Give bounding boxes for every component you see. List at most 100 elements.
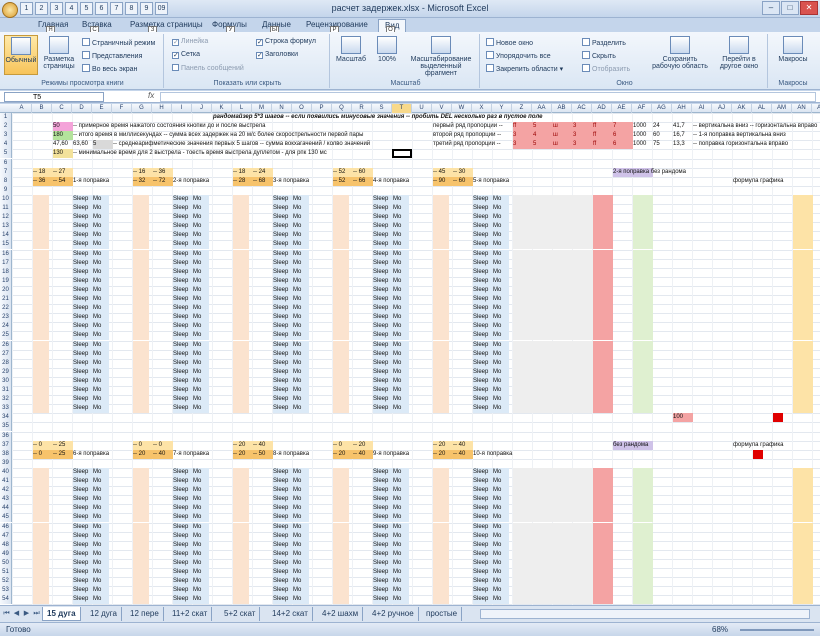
value-cell[interactable] <box>133 267 149 277</box>
value-cell-2[interactable] <box>33 467 49 477</box>
value-cell-2[interactable] <box>33 595 49 605</box>
row-header-23[interactable]: 23 <box>0 313 12 323</box>
sleep-cell-2[interactable]: Sleep <box>273 531 309 541</box>
mo-cell[interactable]: Mo <box>193 313 201 321</box>
value-cell-2[interactable] <box>433 467 449 477</box>
value-cell[interactable] <box>233 404 249 414</box>
calc-red[interactable] <box>593 213 613 223</box>
calc-red-2[interactable] <box>593 549 613 559</box>
page-break-view-button[interactable]: Страничный режим <box>82 38 155 47</box>
value-cell[interactable] <box>133 222 149 232</box>
sleep-cell-2[interactable]: Sleep <box>473 595 509 605</box>
calc-red[interactable] <box>593 231 613 241</box>
value-cell[interactable] <box>333 258 349 268</box>
sheet-tab-12-duga[interactable]: 12 дуга <box>86 607 122 621</box>
mo-cell[interactable]: Mo <box>293 386 301 394</box>
sleep-cell-2[interactable]: Sleep <box>173 522 209 532</box>
sleep-cell[interactable]: Sleep <box>473 404 509 414</box>
mo-cell[interactable]: Mo <box>193 404 201 412</box>
row-header-28[interactable]: 28 <box>0 358 12 368</box>
value-cell[interactable] <box>133 367 149 377</box>
mo-cell-2[interactable]: Mo <box>193 486 201 494</box>
row-header-53[interactable]: 53 <box>0 586 12 596</box>
header2-b[interactable]: -- 20 <box>233 449 253 459</box>
sleep-cell-2[interactable]: Sleep <box>73 568 109 578</box>
header2-a[interactable]: -- 20 <box>233 440 253 450</box>
sleep-cell-2[interactable]: Sleep <box>273 568 309 578</box>
mo-cell[interactable]: Mo <box>393 213 401 221</box>
mo-cell[interactable]: Mo <box>93 341 101 349</box>
zoom-button[interactable]: Масштаб <box>334 35 368 75</box>
value-cell[interactable] <box>433 240 449 250</box>
tier-label[interactable]: второй ряд пропорции -- <box>433 131 501 139</box>
sleep-cell[interactable]: Sleep <box>173 304 209 314</box>
mo-cell-2[interactable]: Mo <box>193 550 201 558</box>
sleep-cell[interactable]: Sleep <box>73 295 109 305</box>
sleep-cell-2[interactable]: Sleep <box>373 467 409 477</box>
value-cell[interactable] <box>133 386 149 396</box>
mo-cell-2[interactable]: Mo <box>193 541 201 549</box>
value-cell-2[interactable] <box>33 540 49 550</box>
cell-c2[interactable]: 50 <box>53 122 73 132</box>
value-cell[interactable] <box>333 358 349 368</box>
row-header-43[interactable]: 43 <box>0 495 12 505</box>
value-cell-2[interactable] <box>233 568 249 578</box>
header2-b[interactable]: -- 40 <box>353 449 373 459</box>
sleep-cell-2[interactable]: Sleep <box>73 540 109 550</box>
sleep-cell[interactable]: Sleep <box>73 240 109 250</box>
calc-red-2[interactable] <box>593 540 613 550</box>
value-cell[interactable] <box>333 295 349 305</box>
value-cell[interactable] <box>433 304 449 314</box>
calc-orange-2[interactable] <box>793 595 813 605</box>
mo-cell[interactable]: Mo <box>293 395 301 403</box>
sleep-cell[interactable]: Sleep <box>373 222 409 232</box>
calc-orange[interactable] <box>793 404 813 414</box>
mo-cell[interactable]: Mo <box>393 268 401 276</box>
macros-button[interactable]: Макросы <box>776 35 810 75</box>
sleep-cell[interactable]: Sleep <box>473 304 509 314</box>
calc-orange-2[interactable] <box>793 577 813 587</box>
mo-cell[interactable]: Mo <box>93 250 101 258</box>
mo-cell-2[interactable]: Mo <box>193 532 201 540</box>
mo-cell-2[interactable]: Mo <box>293 486 301 494</box>
header-a[interactable]: -- 18 <box>33 167 53 177</box>
cell-area[interactable]: рандомайзер 5*3 шагов -- если появились … <box>12 113 820 605</box>
mo-cell[interactable]: Mo <box>93 331 101 339</box>
sleep-cell-2[interactable]: Sleep <box>73 477 109 487</box>
column-header-d[interactable]: D <box>72 104 92 113</box>
calc-orange[interactable] <box>793 240 813 250</box>
value-cell[interactable] <box>333 367 349 377</box>
page-layout-view-button[interactable]: Разметка страницы <box>42 35 76 75</box>
tier-value[interactable]: 5 <box>533 140 553 150</box>
row-header-30[interactable]: 30 <box>0 376 12 386</box>
mo-cell-2[interactable]: Mo <box>293 523 301 531</box>
value-cell-2[interactable] <box>133 595 149 605</box>
calc-red-2[interactable] <box>593 522 613 532</box>
header2-a[interactable]: -- 25 <box>53 440 73 450</box>
calc-red[interactable] <box>593 249 613 259</box>
sleep-cell[interactable]: Sleep <box>373 304 409 314</box>
value-cell-2[interactable] <box>333 540 349 550</box>
sleep-cell[interactable]: Sleep <box>73 386 109 396</box>
sleep-cell-2[interactable]: Sleep <box>273 504 309 514</box>
value-cell-2[interactable] <box>133 568 149 578</box>
value-cell[interactable] <box>33 322 49 332</box>
calc-orange-2[interactable] <box>793 504 813 514</box>
mo-cell[interactable]: Mo <box>493 231 501 239</box>
sleep-cell[interactable]: Sleep <box>73 194 109 204</box>
value-cell[interactable] <box>233 358 249 368</box>
save-workspace-button[interactable]: Сохранить рабочую область <box>650 35 710 75</box>
value-cell[interactable] <box>33 231 49 241</box>
sleep-cell[interactable]: Sleep <box>73 304 109 314</box>
header-b[interactable]: -- 36 <box>33 176 53 186</box>
sleep-cell[interactable]: Sleep <box>373 367 409 377</box>
mo-cell-2[interactable]: Mo <box>93 513 101 521</box>
value-cell[interactable] <box>133 395 149 405</box>
value-cell[interactable] <box>433 358 449 368</box>
mo-cell[interactable]: Mo <box>293 404 301 412</box>
header-a[interactable]: -- 16 <box>133 167 153 177</box>
value-cell[interactable] <box>233 386 249 396</box>
mo-cell[interactable]: Mo <box>393 286 401 294</box>
mo-cell-2[interactable]: Mo <box>393 586 401 594</box>
value-cell-2[interactable] <box>133 558 149 568</box>
